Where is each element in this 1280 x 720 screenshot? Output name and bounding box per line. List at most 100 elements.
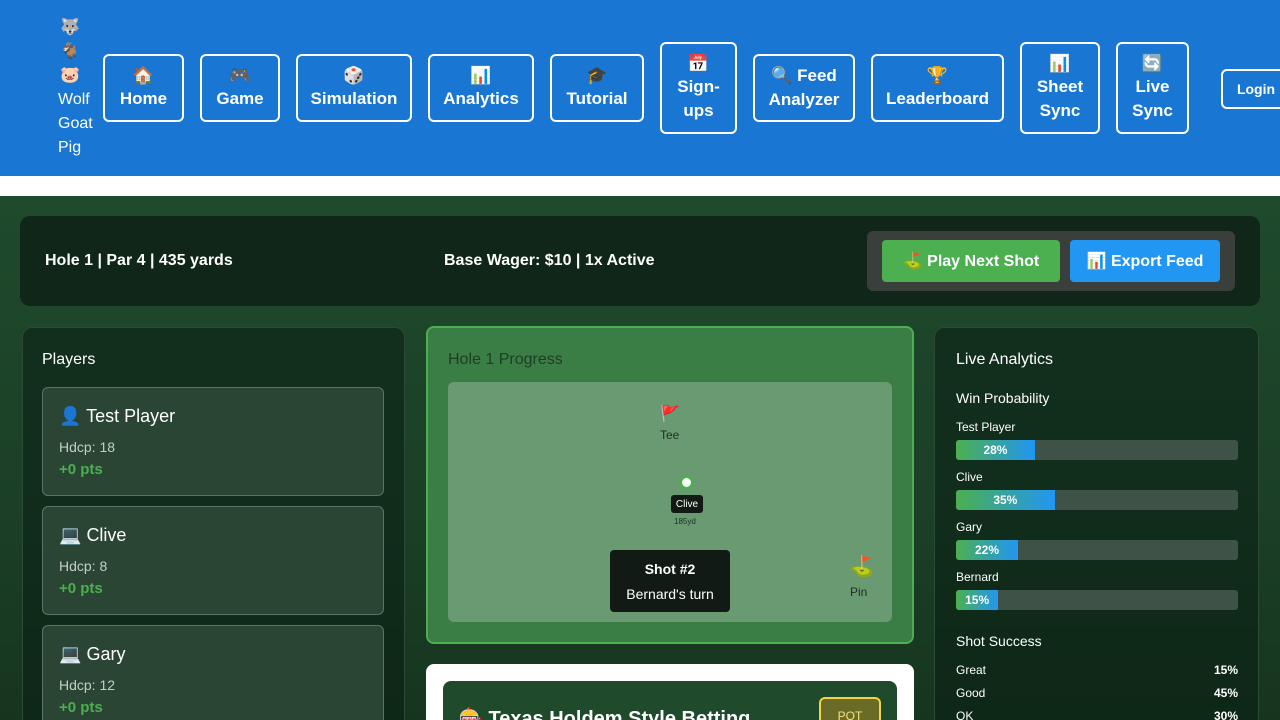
nav-game-label: Game: [216, 89, 264, 108]
shot-number: Shot #2: [644, 561, 696, 577]
brand-line-3: Pig: [58, 139, 82, 156]
player-card[interactable]: 💻 Clive Hdcp: 8 +0 pts: [42, 506, 384, 615]
nav-sheet-sync-label-1: Sheet: [1036, 77, 1084, 96]
analytics-title: Live Analytics: [956, 351, 1053, 368]
magnifier-icon: 🔍: [771, 66, 793, 85]
pin-label: Pin: [850, 585, 868, 599]
pot-badge: POT: [819, 697, 881, 720]
player-points: +0 pts: [59, 461, 103, 478]
player-handicap: Hdcp: 12: [59, 677, 116, 693]
brand-line-1: Wolf: [58, 91, 90, 108]
win-prob-track: 28%: [956, 440, 1238, 460]
calendar-icon: 📅: [687, 54, 710, 73]
nav-sheet-sync-label-2: Sync: [1039, 101, 1081, 120]
nav-leaderboard-label: Leaderboard: [886, 89, 989, 108]
shot-status-box: Shot #2 Bernard's turn: [610, 550, 730, 612]
sync-icon: 🔄: [1141, 54, 1164, 73]
shot-success-value: 15%: [1213, 663, 1238, 677]
betting-title: 🎰 Texas Holdem Style Betting: [458, 708, 751, 720]
player-name-text: Clive: [86, 525, 127, 545]
nav-live-sync-label-2: Sync: [1132, 101, 1173, 120]
graduation-cap-icon: 🎓: [586, 66, 608, 85]
win-prob-player: Clive: [956, 470, 983, 484]
win-prob-player: Gary: [956, 520, 983, 534]
win-probability-title: Win Probability: [956, 390, 1050, 406]
nav-simulation-button[interactable]: 🎲 Simulation: [296, 54, 412, 122]
ball-marker[interactable]: [679, 475, 694, 490]
export-feed-button[interactable]: 📊 Export Feed: [1070, 240, 1220, 282]
nav-sheet-sync-button[interactable]: 📊 Sheet Sync: [1020, 42, 1100, 134]
shot-success-label: Good: [956, 686, 986, 700]
goat-icon: 🐐: [60, 43, 80, 60]
win-prob-fill: 22%: [956, 540, 1019, 560]
analytics-panel: [934, 327, 1259, 720]
nav-home-button[interactable]: 🏠 Home: [103, 54, 184, 122]
nav-signups-label-2: ups: [683, 101, 714, 120]
bar-chart-icon: 📊: [1049, 54, 1071, 73]
hole-info: Hole 1 | Par 4 | 435 yards: [45, 252, 233, 269]
brand-line-2: Goat: [58, 115, 93, 132]
player-name: 💻 Gary: [59, 644, 125, 665]
player-points: +0 pts: [59, 699, 103, 716]
nav-home-label: Home: [119, 89, 168, 108]
house-icon: 🏠: [132, 66, 155, 85]
ball-distance: 185yd: [674, 517, 696, 526]
shot-success-row: OK 30%: [956, 709, 1238, 720]
login-button[interactable]: Login: [1221, 69, 1280, 109]
hole-progress-title: Hole 1 Progress: [448, 351, 563, 368]
shot-turn: Bernard's turn: [626, 586, 714, 602]
login-label: Login: [1236, 81, 1276, 97]
gamepad-icon: 🎮: [229, 66, 251, 85]
shot-success-title: Shot Success: [956, 633, 1042, 649]
nav-live-sync-label-1: Live: [1135, 77, 1170, 96]
player-name-text: Test Player: [86, 406, 176, 426]
nav-tutorial-label: Tutorial: [566, 89, 628, 108]
feed-word: Feed: [797, 66, 837, 85]
person-icon: 👤: [59, 406, 82, 426]
shot-success-row: Great 15%: [956, 663, 1238, 677]
nav-divider: [0, 176, 1280, 196]
tee-flag-icon: 🚩: [660, 406, 680, 423]
win-prob-track: 35%: [956, 490, 1238, 510]
nav-analytics-button[interactable]: 📊 Analytics: [428, 54, 534, 122]
player-handicap: Hdcp: 8: [59, 558, 108, 574]
shot-success-label: Great: [956, 663, 987, 677]
win-prob-fill: 15%: [956, 590, 999, 610]
nav-feed-analyzer-label-1: 🔍 Feed: [771, 64, 837, 88]
player-card[interactable]: 💻 Gary Hdcp: 12 +0 pts: [42, 625, 384, 720]
player-name-text: Gary: [86, 644, 126, 664]
nav-signups-label-1: Sign-: [677, 77, 720, 96]
wolf-icon: 🐺: [60, 19, 80, 36]
pin-flag-icon: ⛳: [849, 556, 874, 578]
player-name: 💻 Clive: [59, 525, 126, 546]
nav-feed-analyzer-label-2: Analyzer: [768, 90, 840, 109]
nav-game-button[interactable]: 🎮 Game: [200, 54, 280, 122]
tee-label: Tee: [660, 428, 680, 442]
nav-feed-analyzer-button[interactable]: 🔍 Feed Analyzer: [753, 54, 855, 122]
win-prob-track: 15%: [956, 590, 1238, 610]
win-prob-track: 22%: [956, 540, 1238, 560]
nav-analytics-label: Analytics: [443, 89, 519, 108]
nav-tutorial-button[interactable]: 🎓 Tutorial: [550, 54, 644, 122]
players-title: Players: [42, 351, 96, 368]
shot-success-label: OK: [956, 709, 974, 720]
nav-simulation-label: Simulation: [310, 89, 398, 108]
shot-success-value: 45%: [1213, 686, 1238, 700]
player-card[interactable]: 👤 Test Player Hdcp: 18 +0 pts: [42, 387, 384, 496]
nav-live-sync-button[interactable]: 🔄 Live Sync: [1116, 42, 1189, 134]
win-prob-fill: 28%: [956, 440, 1035, 460]
nav-leaderboard-button[interactable]: 🏆 Leaderboard: [871, 54, 1004, 122]
win-prob-player: Bernard: [956, 570, 999, 584]
brand-logo[interactable]: 🐺 🐐 🐷 Wolf Goat Pig: [58, 16, 98, 160]
ball-player-tag: Clive: [671, 495, 703, 513]
wager-info: Base Wager: $10 | 1x Active: [444, 252, 655, 269]
dice-icon: 🎲: [343, 66, 365, 85]
pig-icon: 🐷: [60, 67, 80, 84]
laptop-icon: 💻: [59, 644, 82, 664]
player-name: 👤 Test Player: [59, 406, 175, 427]
player-points: +0 pts: [59, 580, 103, 597]
play-next-shot-button[interactable]: ⛳ Play Next Shot: [882, 240, 1060, 282]
nav-signups-button[interactable]: 📅 Sign- ups: [660, 42, 737, 134]
trophy-icon: 🏆: [926, 66, 949, 85]
laptop-icon: 💻: [59, 525, 82, 545]
